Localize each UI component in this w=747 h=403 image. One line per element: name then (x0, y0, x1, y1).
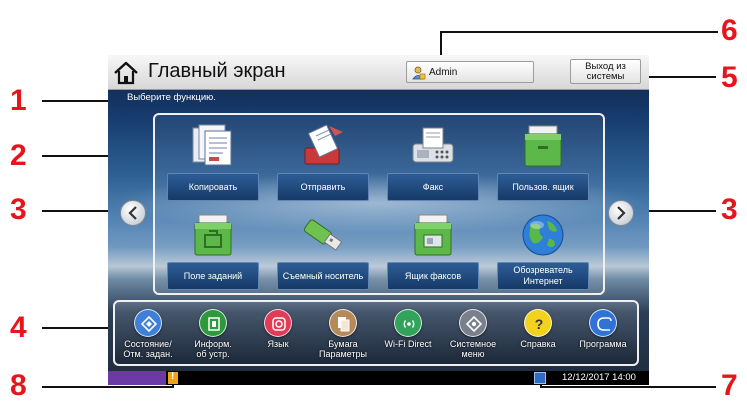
previous-page-button[interactable] (120, 200, 146, 226)
function-fax-box[interactable]: Ящик факсов (381, 207, 485, 293)
quick-label: Информ. об устр. (194, 339, 232, 359)
paper-settings-icon (329, 309, 357, 337)
function-copy[interactable]: Копировать (161, 118, 265, 204)
quick-system-menu[interactable]: Системное меню (442, 305, 504, 363)
function-job-box[interactable]: Поле заданий (161, 207, 265, 293)
wifi-direct-icon (394, 309, 422, 337)
chevron-right-icon (617, 206, 626, 220)
function-label: Факс (387, 173, 479, 201)
quick-label: Состояние/Отм. задан. (123, 339, 173, 359)
quick-label: Бумага Параметры (319, 339, 367, 359)
quick-label: Программа (579, 339, 627, 349)
page-title: Главный экран (148, 60, 286, 82)
program-icon (589, 309, 617, 337)
function-internet-browser[interactable]: Обозреватель Интернет (491, 207, 595, 293)
quick-help[interactable]: ? Справка (507, 305, 569, 363)
function-send[interactable]: Отправить (271, 118, 375, 204)
quick-paper-settings[interactable]: Бумага Параметры (312, 305, 374, 363)
status-bar[interactable]: 12/12/2017 14:00 (108, 371, 649, 385)
quick-wifi-direct[interactable]: Wi-Fi Direct (377, 305, 439, 363)
function-label: Копировать (167, 173, 259, 201)
quick-label: Системное меню (449, 339, 497, 359)
user-icon (412, 66, 426, 80)
system-menu-icon (459, 309, 487, 337)
fax-box-icon (414, 214, 452, 256)
removable-memory-icon (304, 219, 343, 251)
quick-label: Язык (267, 339, 289, 349)
stage: 1 2 3 3 4 5 6 7 8 Главный экран Admin Вы… (0, 0, 747, 403)
status-icon (134, 309, 162, 337)
quick-label: Справка (520, 339, 556, 349)
next-page-button[interactable] (608, 200, 634, 226)
callout-line-6 (440, 31, 718, 33)
logout-label-line2: системы (586, 71, 625, 82)
function-label: Ящик факсов (387, 262, 479, 290)
callout-6: 6 (721, 14, 738, 47)
quick-status-job-cancel[interactable]: Состояние/Отм. задан. (117, 305, 179, 363)
logout-button[interactable]: Выход из системы (570, 59, 641, 84)
function-label: Отправить (277, 173, 369, 201)
language-icon (264, 309, 292, 337)
callout-1: 1 (10, 84, 27, 117)
instruction-text: Выберите функцию. (127, 92, 216, 103)
callout-line-5 (638, 76, 716, 78)
quick-access-bar: Состояние/Отм. задан. Информ. об устр. Яз… (113, 300, 639, 366)
callout-line-7 (540, 386, 716, 388)
help-icon: ? (524, 309, 552, 337)
quick-label: Wi-Fi Direct (384, 339, 432, 349)
function-label: Поле заданий (167, 262, 259, 290)
send-icon (304, 124, 343, 165)
globe-icon (522, 214, 564, 256)
quick-language[interactable]: Язык (247, 305, 309, 363)
function-label: Съемный носитель (277, 262, 369, 290)
callout-4: 4 (10, 311, 27, 344)
header-bar: Главный экран Admin Выход из системы (108, 55, 649, 90)
callout-8: 8 (10, 369, 27, 402)
home-icon[interactable] (113, 61, 139, 85)
callout-7: 7 (721, 369, 738, 402)
fax-icon (412, 127, 454, 163)
callout-2: 2 (10, 139, 27, 172)
callout-3-right: 3 (721, 193, 738, 226)
user-login-button[interactable]: Admin (406, 61, 534, 83)
date-time: 12/12/2017 14:00 (562, 372, 636, 383)
function-panel: Копировать Отправить Факс Пользов. ящик … (153, 113, 605, 295)
callout-line-4 (42, 327, 116, 329)
device-info-icon (199, 309, 227, 337)
status-indicator (108, 371, 166, 385)
function-fax[interactable]: Факс (381, 118, 485, 204)
custom-box-icon (524, 125, 562, 167)
quick-device-info[interactable]: Информ. об устр. (182, 305, 244, 363)
callout-line-8 (42, 386, 174, 388)
function-removable-memory[interactable]: Съемный носитель (271, 207, 375, 293)
chevron-left-icon (128, 206, 137, 220)
callout-5: 5 (721, 61, 738, 94)
function-label: Обозреватель Интернет (497, 262, 589, 290)
callout-3-left: 3 (10, 193, 27, 226)
quick-program[interactable]: Программа (572, 305, 634, 363)
network-icon (534, 372, 546, 384)
job-box-icon (194, 214, 232, 256)
function-label: Пользов. ящик (497, 173, 589, 201)
user-name-label: Admin (429, 67, 458, 78)
device-screen: Главный экран Admin Выход из системы Выб… (108, 55, 649, 385)
function-custom-box[interactable]: Пользов. ящик (491, 118, 595, 204)
svg-text:?: ? (535, 316, 544, 332)
warning-icon[interactable] (168, 371, 178, 384)
copy-icon (192, 124, 232, 166)
